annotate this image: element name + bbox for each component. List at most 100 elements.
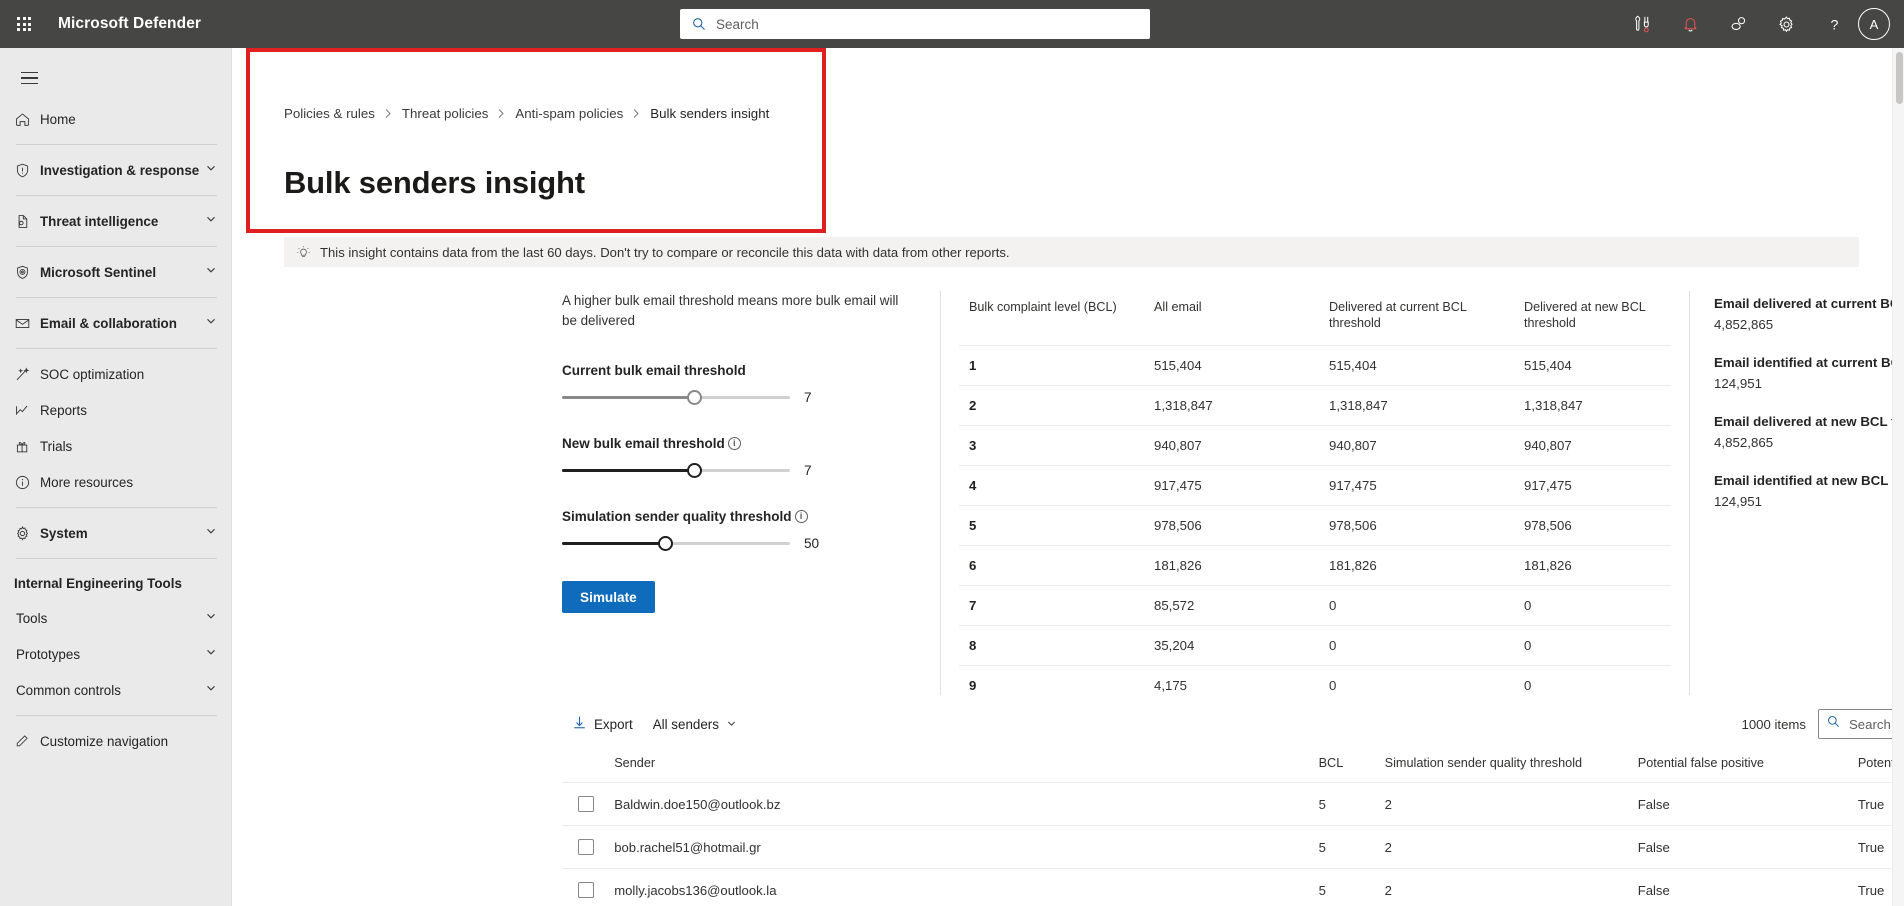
cell-all-email: 85,572 (1144, 585, 1319, 626)
info-icon[interactable]: i (794, 510, 808, 523)
summary-value: 124,951 (1714, 494, 1763, 509)
table-row[interactable]: bob.rachel51@hotmail.gr 5 2 False True (562, 825, 1892, 869)
cell-all-email: 978,506 (1144, 505, 1319, 546)
cell-delivered-current: 940,807 (1319, 425, 1514, 466)
sidebar-item-microsoft-sentinel[interactable]: Microsoft Sentinel (0, 254, 231, 290)
row-checkbox[interactable] (578, 839, 594, 855)
avatar[interactable]: A (1858, 8, 1890, 40)
home-icon (14, 111, 40, 128)
chevron-down-icon[interactable] (205, 681, 217, 699)
slider-new-bulk-email-threshold[interactable] (562, 461, 790, 479)
cell-delivered-current: 181,826 (1319, 545, 1514, 586)
slider-current-bulk-email-threshold[interactable] (562, 388, 790, 406)
tools-icon[interactable] (1618, 0, 1666, 48)
row-checkbox-cell[interactable] (562, 868, 609, 906)
sidebar-item-investigation-response[interactable]: Investigation & response (0, 152, 231, 188)
slider-simulation-sender-quality-threshold[interactable] (562, 534, 790, 552)
cell-bcl: 8 (959, 625, 1144, 666)
sidebar-item-label: Email & collaboration (40, 315, 177, 331)
top-actions: ? A (1618, 0, 1896, 48)
summary-item-email-identified-current: Email identified at current BCL threshol… (1714, 355, 1892, 391)
sidebar-item-label: Customize navigation (40, 733, 169, 749)
sidebar-item-tools[interactable]: Tools (0, 600, 231, 636)
global-search-input[interactable] (714, 11, 1150, 37)
bcl-table: Bulk complaint level (BCL) All email Del… (959, 291, 1671, 705)
select-all-header (562, 748, 609, 783)
sidebar-item-prototypes[interactable]: Prototypes (0, 636, 231, 672)
sidebar-item-customize-navigation[interactable]: Customize navigation (0, 723, 231, 759)
chevron-down-icon[interactable] (205, 212, 217, 230)
chevron-down-icon[interactable] (205, 161, 217, 179)
page-scrollbar[interactable] (1892, 48, 1904, 906)
scrollbar-thumb[interactable] (1895, 52, 1903, 104)
shield-alert-icon (14, 162, 40, 179)
hamburger-menu-icon[interactable] (6, 55, 52, 101)
export-button[interactable]: Export (562, 708, 643, 740)
senders-toolbar: Export All senders 1000 items (562, 703, 1892, 745)
sidebar-item-label: More resources (40, 474, 134, 490)
sidebar-item-home[interactable]: Home (0, 101, 231, 137)
summary-value: 124,951 (1714, 376, 1763, 391)
slider-fill (562, 396, 694, 399)
download-icon (572, 715, 587, 733)
slider-thumb[interactable] (687, 390, 702, 405)
table-row[interactable]: molly.jacobs136@outlook.la 5 2 False Tru… (562, 868, 1892, 906)
breadcrumb-item-threat-policies[interactable]: Threat policies (402, 106, 488, 121)
chevron-down-icon[interactable] (205, 645, 217, 663)
slider-thumb[interactable] (687, 463, 702, 478)
chevron-down-icon[interactable] (205, 314, 217, 332)
table-row[interactable]: Baldwin.doe150@outlook.bz 5 2 False True (562, 782, 1892, 826)
field-label: Current bulk email threshold (562, 363, 932, 378)
all-senders-filter[interactable]: All senders (643, 708, 747, 740)
bell-icon[interactable] (1666, 0, 1714, 48)
row-checkbox[interactable] (578, 882, 594, 898)
bcl-column-header: BCL (1312, 748, 1379, 783)
sidebar-item-reports[interactable]: Reports (0, 392, 231, 428)
sidebar-item-label: Common controls (16, 682, 121, 698)
field-label: Simulation sender quality threshold i (562, 509, 932, 524)
sidebar-divider (16, 144, 217, 145)
sidebar: Home Investigation & response Threat int… (0, 48, 232, 906)
chevron-down-icon[interactable] (205, 609, 217, 627)
sentinel-icon (14, 264, 40, 281)
simulate-button[interactable]: Simulate (562, 581, 655, 613)
help-icon[interactable]: ? (1810, 0, 1858, 48)
slider-thumb[interactable] (658, 536, 673, 551)
sidebar-item-system[interactable]: System (0, 515, 231, 551)
cell-false-negative: True (1851, 868, 1892, 906)
feedback-icon[interactable] (1714, 0, 1762, 48)
sidebar-item-soc-optimization[interactable]: SOC optimization (0, 356, 231, 392)
table-row: 4 917,475 917,475 917,475 (959, 465, 1671, 506)
field-simulation-sender-quality-threshold: Simulation sender quality threshold i 50 (562, 509, 932, 552)
row-checkbox[interactable] (578, 796, 594, 812)
cell-bcl: 2 (959, 385, 1144, 426)
cell-delivered-new: 1,318,847 (1514, 385, 1671, 426)
global-search[interactable] (680, 9, 1150, 39)
slider-fill (562, 542, 665, 545)
breadcrumb-item-policies-rules[interactable]: Policies & rules (284, 106, 375, 121)
chevron-down-icon[interactable] (205, 524, 217, 542)
breadcrumb-separator-icon (384, 108, 393, 119)
sidebar-item-common-controls[interactable]: Common controls (0, 672, 231, 708)
info-icon[interactable]: i (727, 437, 741, 450)
cell-delivered-current: 0 (1319, 665, 1514, 705)
breadcrumb-separator-icon (497, 108, 506, 119)
app-launcher-icon[interactable] (0, 0, 48, 48)
breadcrumb-item-bulk-senders-insight[interactable]: Bulk senders insight (650, 106, 769, 121)
table-row: 5 978,506 978,506 978,506 (959, 505, 1671, 546)
senders-search[interactable] (1818, 709, 1892, 739)
gear-icon (14, 525, 40, 542)
sidebar-item-more-resources[interactable]: More resources (0, 464, 231, 500)
row-checkbox-cell[interactable] (562, 782, 609, 826)
gear-icon[interactable] (1762, 0, 1810, 48)
chevron-down-icon[interactable] (205, 263, 217, 281)
sidebar-item-threat-intelligence[interactable]: Threat intelligence (0, 203, 231, 239)
sidebar-item-trials[interactable]: Trials (0, 428, 231, 464)
sidebar-divider (16, 297, 217, 298)
breadcrumb-item-anti-spam-policies[interactable]: Anti-spam policies (515, 106, 623, 121)
bcl-column-header: Bulk complaint level (BCL) (969, 300, 1117, 314)
row-checkbox-cell[interactable] (562, 825, 609, 869)
senders-search-input[interactable] (1847, 711, 1892, 737)
sidebar-item-email-collaboration[interactable]: Email & collaboration (0, 305, 231, 341)
false-positive-column-header: Potential false positive (1631, 748, 1852, 783)
